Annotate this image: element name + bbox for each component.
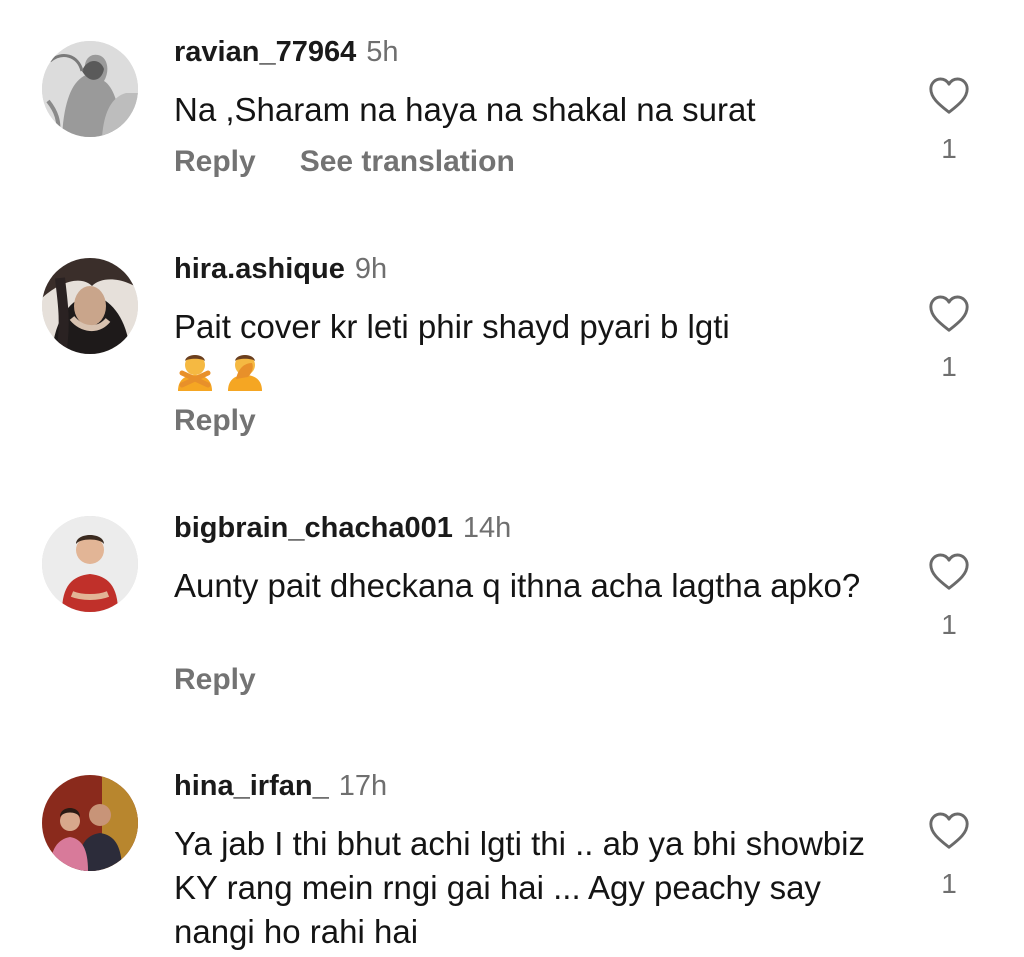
reply-button[interactable]: Reply xyxy=(174,404,256,437)
comment-text: Pait cover kr leti phir shayd pyari b lg… xyxy=(174,305,894,402)
avatar[interactable] xyxy=(42,41,138,137)
like-control: 1 xyxy=(926,75,972,165)
reply-button[interactable]: Reply xyxy=(174,145,256,178)
avatar[interactable] xyxy=(42,258,138,354)
person-gesturing-no-emoji xyxy=(174,349,216,402)
heart-outline-icon[interactable] xyxy=(927,810,971,850)
heart-outline-icon[interactable] xyxy=(927,293,971,333)
like-count: 1 xyxy=(941,133,957,164)
comment-timestamp: 17h xyxy=(338,770,388,802)
comment-timestamp: 9h xyxy=(354,253,388,285)
avatar[interactable] xyxy=(42,775,138,871)
person-facepalming-emoji xyxy=(224,349,266,402)
heart-outline-icon[interactable] xyxy=(927,75,971,115)
comment-header: ravian_77964 5h xyxy=(174,35,398,69)
like-control: 1 xyxy=(926,810,972,900)
comment-text: Na ,Sharam na haya na shakal na surat xyxy=(174,91,756,128)
avatar-photo-image xyxy=(42,516,138,612)
comment-username[interactable]: bigbrain_chacha001 xyxy=(174,512,453,544)
avatar-sketch-image xyxy=(42,41,138,137)
comment-username[interactable]: hina_irfan_ xyxy=(174,770,329,802)
avatar-photo-image xyxy=(42,258,138,354)
comment-header: hira.ashique 9h xyxy=(174,252,387,286)
comment-actions: Reply xyxy=(174,403,256,439)
like-control: 1 xyxy=(926,293,972,383)
comment-actions: Reply xyxy=(174,662,256,698)
see-translation-button[interactable]: See translation xyxy=(300,145,515,178)
like-count: 1 xyxy=(941,609,957,640)
comment-timestamp: 14h xyxy=(462,512,512,544)
avatar[interactable] xyxy=(42,516,138,612)
like-count: 1 xyxy=(941,868,957,899)
like-count: 1 xyxy=(941,351,957,382)
avatar-photo-image xyxy=(42,775,138,871)
comment-header: hina_irfan_ 17h xyxy=(174,769,387,803)
comment-text-content: Pait cover kr leti phir shayd pyari b lg… xyxy=(174,308,730,345)
comment-username[interactable]: ravian_77964 xyxy=(174,36,356,68)
comment-header: bigbrain_chacha001 14h xyxy=(174,511,511,545)
comment-timestamp: 5h xyxy=(366,36,399,68)
comment-text: Ya jab I thi bhut achi lgti thi .. ab ya… xyxy=(174,825,865,950)
reply-button[interactable]: Reply xyxy=(174,663,256,696)
comment-username[interactable]: hira.ashique xyxy=(174,253,345,285)
heart-outline-icon[interactable] xyxy=(927,551,971,591)
comment-actions: Reply See translation xyxy=(174,144,515,180)
comment-text: Aunty pait dheckana q ithna acha lagtha … xyxy=(174,567,861,604)
like-control: 1 xyxy=(926,551,972,641)
